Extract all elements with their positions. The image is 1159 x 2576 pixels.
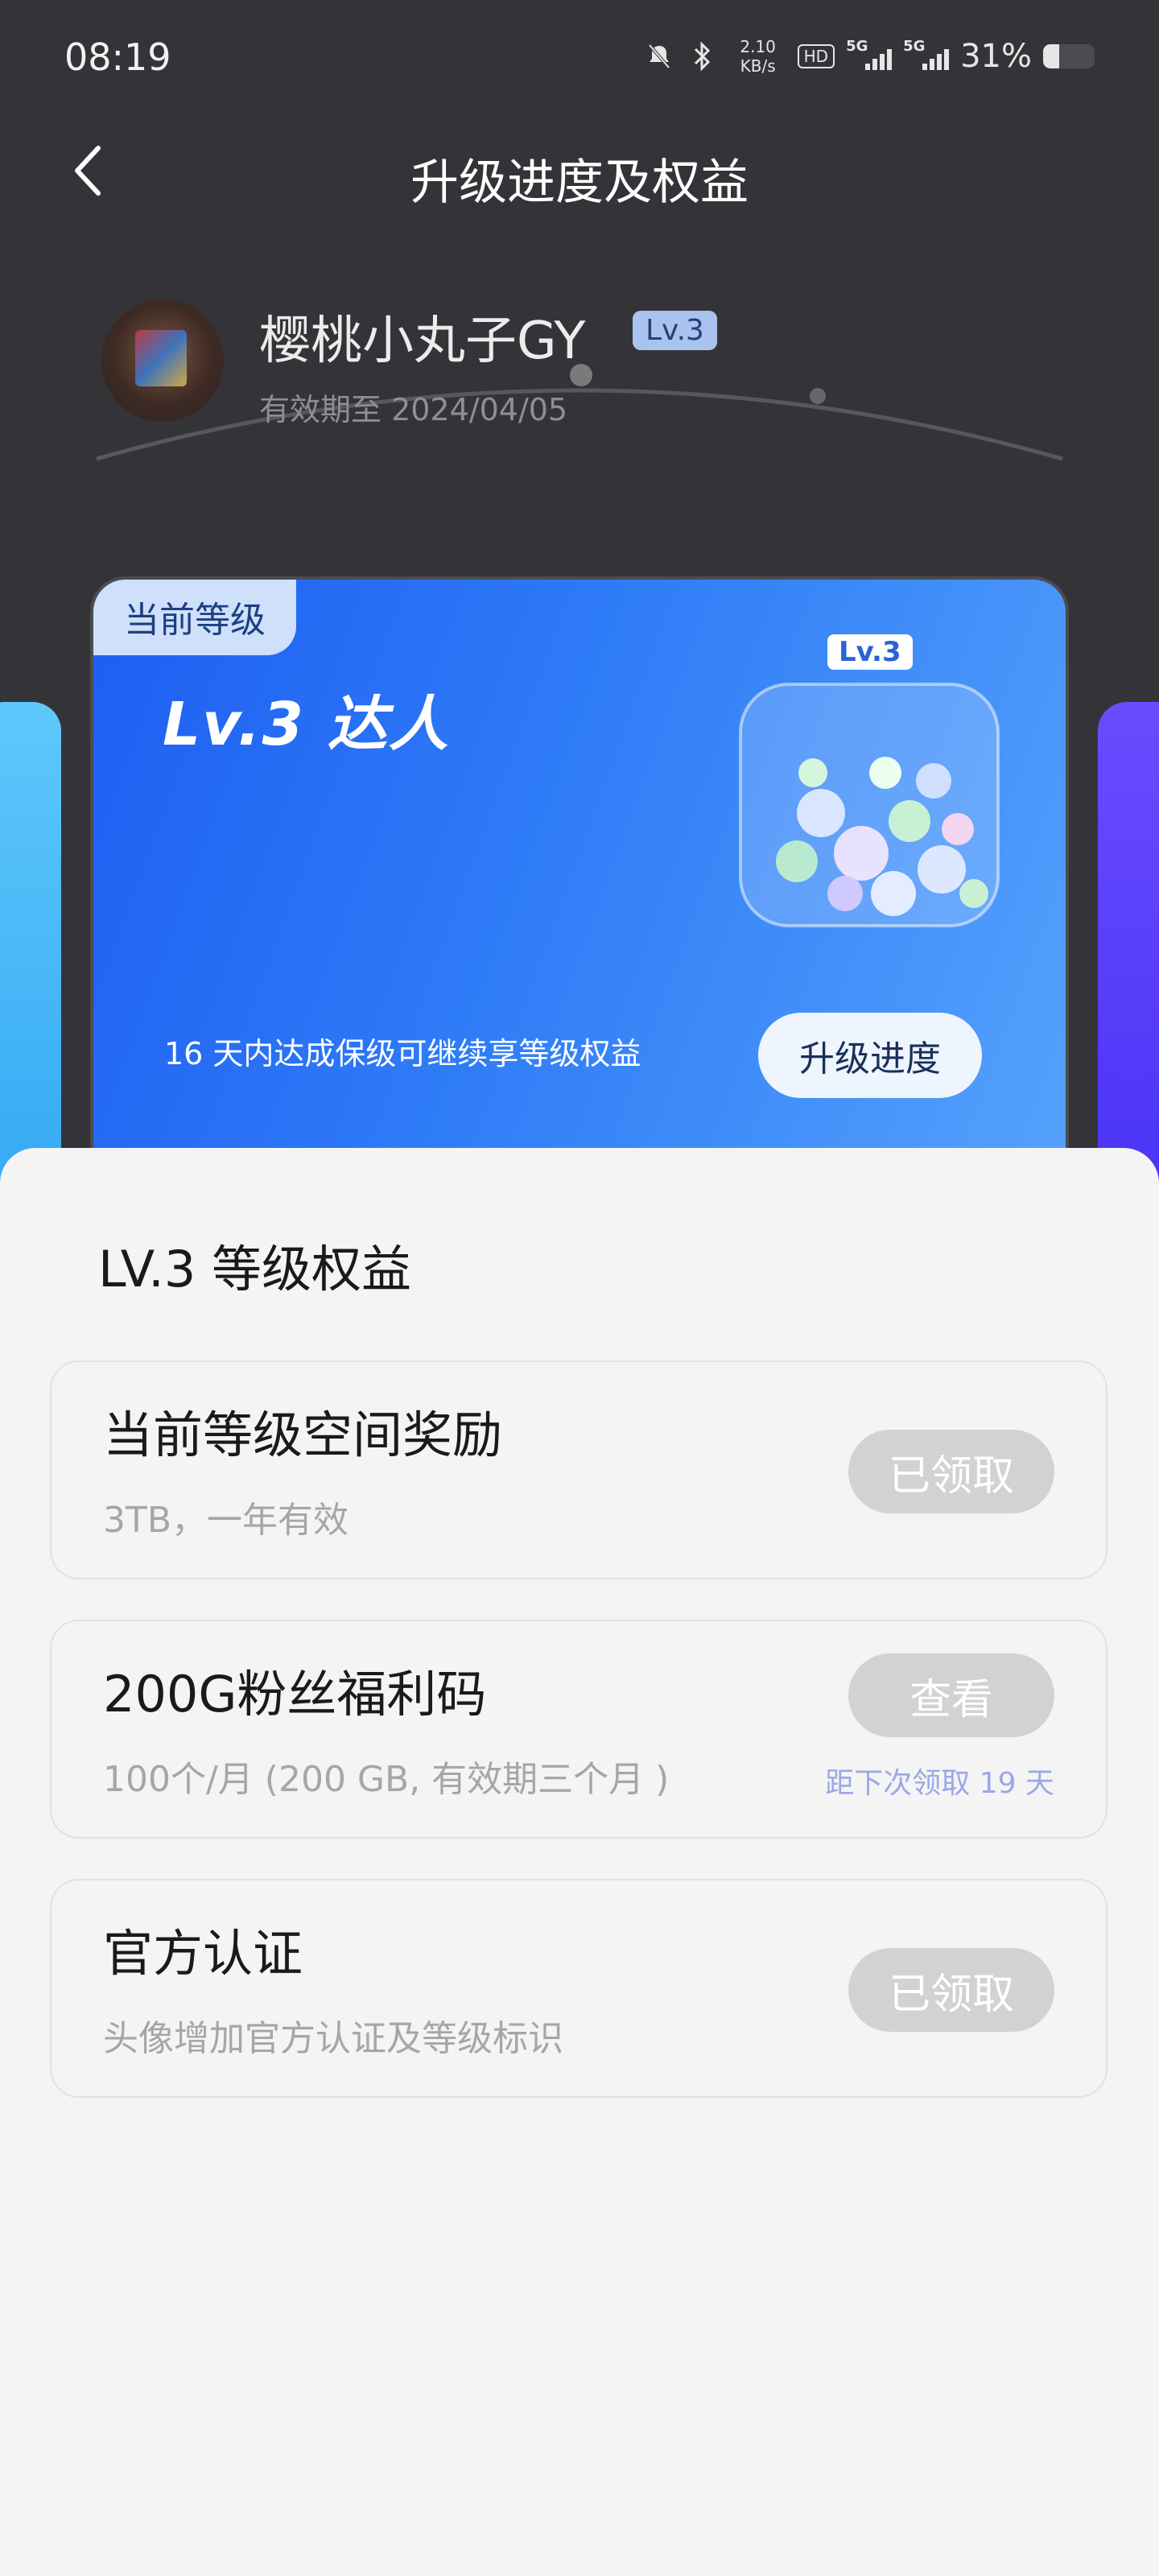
net-speed-unit: KB/s	[740, 56, 776, 76]
signal-icon: 5G	[903, 38, 950, 70]
bluetooth-icon	[687, 40, 719, 72]
prev-level-card[interactable]	[0, 702, 61, 1208]
next-claim-note: 距下次领取 19 天	[825, 1767, 1054, 1800]
keep-level-hint: 16 天内达成保级可继续享等级权益	[164, 1036, 641, 1071]
header-area: 08:19 2.10 KB/s HD 5G 5G 31% 升级进度及权益 樱桃小…	[0, 0, 1159, 1208]
status-icons: 2.10 KB/s HD 5G 5G 31%	[643, 37, 1095, 76]
signal-label: 5G	[903, 38, 926, 55]
level-badge: Lv.3	[633, 311, 717, 350]
signal-label: 5G	[846, 38, 868, 55]
claimed-button[interactable]: 已领取	[848, 1948, 1054, 2032]
mute-icon	[643, 40, 675, 72]
jar-level-tag: Lv.3	[827, 634, 913, 670]
net-speed-value: 2.10	[740, 37, 776, 56]
benefit-desc: 头像增加官方认证及等级标识	[103, 2018, 563, 2059]
card-level-title: Lv.3 达人	[163, 690, 450, 759]
battery-percent: 31%	[960, 38, 1032, 75]
hd-icon: HD	[797, 44, 835, 68]
signal-icon: 5G	[846, 38, 893, 70]
benefit-card-fan-code[interactable]: 200G粉丝福利码 100个/月 (200 GB, 有效期三个月 ) 查看 距下…	[50, 1620, 1107, 1839]
benefit-card-space-reward[interactable]: 当前等级空间奖励 3TB，一年有效 已领取	[50, 1360, 1107, 1579]
benefit-desc: 3TB，一年有效	[103, 1500, 349, 1541]
benefit-name: 当前等级空间奖励	[103, 1406, 503, 1464]
page-title: 升级进度及权益	[410, 155, 749, 211]
validity-date: 有效期至 2024/04/05	[259, 392, 568, 427]
benefit-card-official-cert[interactable]: 官方认证 头像增加官方认证及等级标识 已领取	[50, 1879, 1107, 2098]
current-level-card[interactable]: 当前等级 Lv.3 达人 Lv.3 16 天内达成保级可继续享等级权益 升级进度	[93, 580, 1066, 1208]
ball-jar-icon	[739, 683, 1000, 927]
benefit-name: 200G粉丝福利码	[103, 1665, 487, 1724]
status-time: 08:19	[64, 35, 171, 79]
benefits-sheet: LV.3 等级权益 当前等级空间奖励 3TB，一年有效 已领取 200G粉丝福利…	[0, 1148, 1159, 2576]
view-button[interactable]: 查看	[848, 1653, 1054, 1737]
benefits-title: LV.3 等级权益	[98, 1240, 412, 1298]
net-speed: 2.10 KB/s	[730, 37, 786, 76]
avatar[interactable]	[101, 299, 224, 422]
next-level-card[interactable]	[1098, 702, 1159, 1208]
current-level-tag: 当前等级	[93, 580, 296, 655]
username: 樱桃小丸子GY	[259, 312, 586, 371]
upgrade-progress-button[interactable]: 升级进度	[758, 1013, 982, 1098]
battery-level	[1043, 44, 1059, 68]
benefit-name: 官方认证	[103, 1924, 303, 1983]
battery-icon	[1043, 44, 1095, 68]
benefit-desc: 100个/月 (200 GB, 有效期三个月 )	[103, 1759, 670, 1800]
claimed-button[interactable]: 已领取	[848, 1430, 1054, 1513]
